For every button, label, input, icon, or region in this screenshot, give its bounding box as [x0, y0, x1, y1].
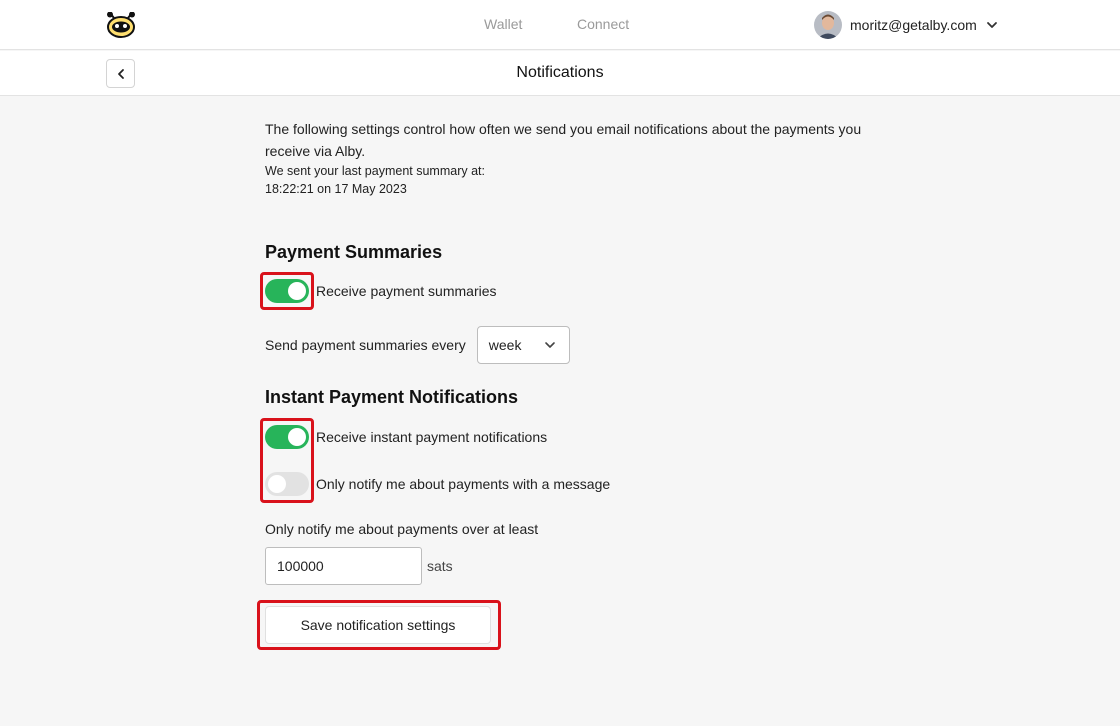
- chevron-down-icon: [544, 342, 555, 348]
- page-title: Notifications: [516, 64, 604, 81]
- account-email: moritz@getalby.com: [850, 17, 977, 33]
- minimum-amount-row: sats: [265, 547, 453, 585]
- message-only-row: Only notify me about payments with a mes…: [265, 472, 610, 496]
- nav-connect-link[interactable]: Connect: [577, 16, 629, 32]
- chevron-down-icon: [986, 22, 997, 28]
- highlight-box: [260, 418, 314, 503]
- intro-section: The following settings control how often…: [265, 118, 865, 198]
- minimum-amount-label: Only notify me about payments over at le…: [265, 521, 539, 537]
- highlight-box: [257, 600, 501, 650]
- account-menu[interactable]: moritz@getalby.com: [814, 11, 999, 39]
- payment-summaries-title: Payment Summaries: [265, 242, 443, 262]
- last-sent-label: We sent your last payment summary at:: [265, 164, 485, 178]
- page-header: Notifications: [0, 51, 1120, 96]
- amount-unit: sats: [427, 558, 453, 574]
- top-navigation: Wallet Connect moritz@getalby.com: [0, 0, 1120, 50]
- frequency-label: Send payment summaries every: [265, 337, 466, 353]
- minimum-amount-input[interactable]: [265, 547, 422, 585]
- message-only-label: Only notify me about payments with a mes…: [316, 476, 611, 492]
- highlight-box: [260, 272, 314, 310]
- intro-description: The following settings control how often…: [265, 121, 862, 159]
- receive-instant-label: Receive instant payment notifications: [316, 429, 548, 445]
- frequency-selected-value: week: [488, 337, 522, 353]
- last-sent-time: 18:22:21 on 17 May 2023: [265, 182, 407, 196]
- user-avatar: [814, 11, 842, 39]
- frequency-row: Send payment summaries every week: [265, 326, 570, 364]
- alby-bee-logo-icon[interactable]: [106, 11, 136, 38]
- nav-wallet-link[interactable]: Wallet: [484, 16, 522, 32]
- frequency-select[interactable]: week: [476, 326, 570, 364]
- instant-notifications-title: Instant Payment Notifications: [265, 387, 519, 407]
- receive-summaries-label: Receive payment summaries: [316, 283, 497, 299]
